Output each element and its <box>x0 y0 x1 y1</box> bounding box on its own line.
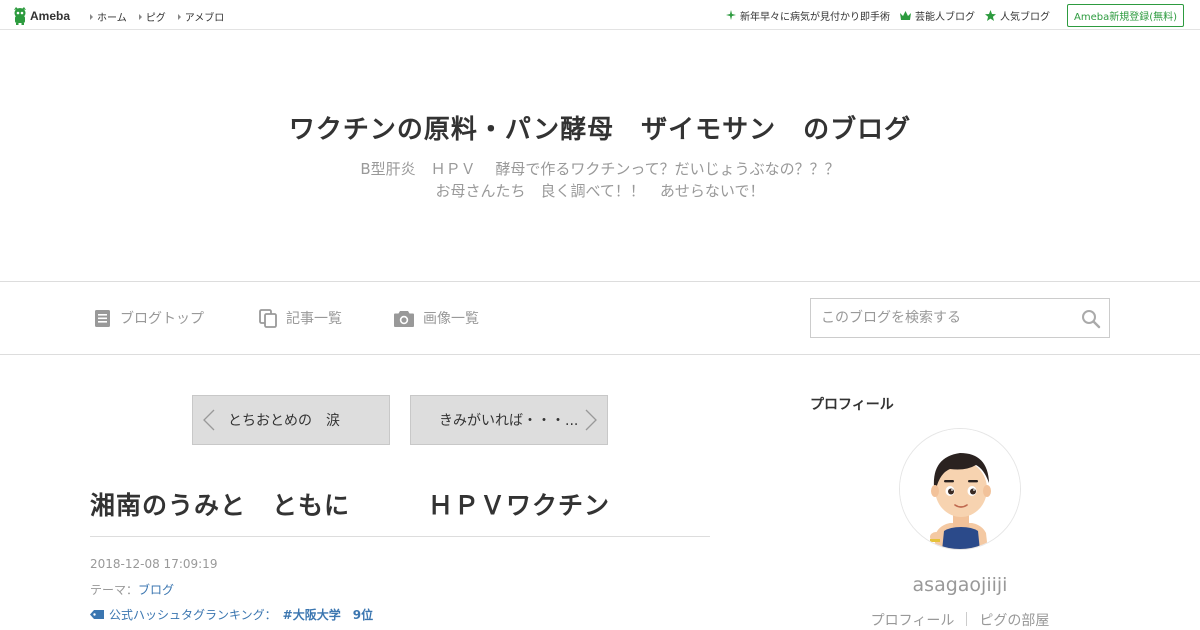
chevron-left-icon <box>203 409 215 431</box>
global-nav-ameblo[interactable]: アメブロ <box>177 9 225 24</box>
blog-description-line: B型肝炎 ＨＰＶ 酵母で作るワクチンって？だいじょうぶなの？？？ <box>360 160 840 178</box>
title-divider <box>90 536 710 537</box>
blog-header: ワクチンの原料・パン酵母 ザイモサン のブログ B型肝炎 ＨＰＶ 酵母で作るワク… <box>0 31 1200 281</box>
global-nav-label: ピグ <box>145 13 166 24</box>
triangle-right-icon <box>177 13 181 20</box>
next-article-button[interactable]: きみがいれば・・・... <box>410 395 608 445</box>
star-icon <box>984 9 996 21</box>
nav-blog-top[interactable]: ブログトップ <box>94 308 204 328</box>
hashtag-ranking[interactable]: 公式ハッシュタグランキング： #大阪大学 9位 <box>90 606 373 623</box>
global-header: Ameba ホーム ピグ アメブロ 新年早々に病気が見付かり即手術 芸能人ブログ <box>0 0 1200 30</box>
hashtag-ranking-prefix: 公式ハッシュタグランキング： <box>109 608 277 622</box>
avatar[interactable] <box>899 428 1021 550</box>
nav-label: 画像一覧 <box>423 311 479 327</box>
search-icon[interactable] <box>1081 309 1101 329</box>
celebrity-blog-label: 芸能人ブログ <box>914 11 975 23</box>
profile-link[interactable]: プロフィール <box>871 610 955 630</box>
article-title[interactable]: 湘南のうみと ともに ＨＰＶワクチン <box>90 486 610 522</box>
blog-title[interactable]: ワクチンの原料・パン酵母 ザイモサン のブログ <box>0 109 1200 146</box>
global-nav-pigg[interactable]: ピグ <box>138 9 166 24</box>
blog-description-line: お母さんたち 良く調べて！！ あせらないで！ <box>435 182 765 200</box>
triangle-right-icon <box>138 13 142 20</box>
theme-link[interactable]: ブログ <box>138 583 174 597</box>
prev-article-title: とちおとめの 涙 <box>228 413 340 429</box>
global-nav: ホーム ピグ アメブロ <box>90 9 236 24</box>
trending-topic-link[interactable]: 新年早々に病気が見付かり即手術 <box>725 8 890 23</box>
ameba-logo[interactable]: Ameba <box>13 6 70 26</box>
hashtag-name: #大阪大学 <box>282 608 341 622</box>
hashtag-rank: 9位 <box>352 608 374 622</box>
prev-article-button[interactable]: とちおとめの 涙 <box>192 395 390 445</box>
next-article-title: きみがいれば・・・... <box>439 413 579 429</box>
global-nav-label: ホーム <box>97 13 127 24</box>
theme-prefix: テーマ： <box>90 583 139 597</box>
blog-search <box>810 298 1110 338</box>
triangle-right-icon <box>90 13 93 20</box>
article-theme: テーマ：ブログ <box>90 581 174 598</box>
article-date: 2018-12-08 17:09:19 <box>90 557 218 571</box>
register-button[interactable]: Ameba新規登録(無料) <box>1066 3 1184 27</box>
celebrity-blog-link[interactable]: 芸能人ブログ <box>899 8 975 23</box>
copy-icon <box>259 308 277 328</box>
nav-label: 記事一覧 <box>286 311 342 327</box>
pigg-room-link[interactable]: ピグの部屋 <box>979 610 1049 630</box>
chevron-right-icon <box>585 409 597 431</box>
sparkle-icon <box>725 10 736 20</box>
crown-icon <box>899 10 911 20</box>
blog-description: B型肝炎 ＨＰＶ 酵母で作るワクチンって？だいじょうぶなの？？？ お母さんたち … <box>0 158 1200 202</box>
camera-icon <box>394 310 414 327</box>
popular-blog-link[interactable]: 人気ブログ <box>984 8 1050 23</box>
blog-nav: ブログトップ 記事一覧 画像一覧 <box>0 281 1200 355</box>
link-divider <box>966 612 968 626</box>
profile-name[interactable]: asagaojiiji <box>810 574 1110 596</box>
ameba-logo-icon <box>13 7 27 25</box>
global-nav-home[interactable]: ホーム <box>90 9 127 24</box>
ameba-logo-text: Ameba <box>30 9 71 23</box>
nav-article-list[interactable]: 記事一覧 <box>259 308 342 328</box>
trending-topic-label: 新年早々に病気が見付かり即手術 <box>739 11 890 23</box>
header-right-links: 新年早々に病気が見付かり即手術 芸能人ブログ 人気ブログ Ameba新規登録(無… <box>725 0 1200 30</box>
nav-image-list[interactable]: 画像一覧 <box>394 308 479 328</box>
popular-blog-label: 人気ブログ <box>999 11 1050 23</box>
global-nav-label: アメブロ <box>184 13 225 24</box>
profile-links: プロフィール ピグの部屋 <box>810 610 1110 630</box>
document-icon <box>94 309 111 328</box>
tag-icon <box>90 610 104 619</box>
profile-heading: プロフィール <box>810 397 894 413</box>
nav-label: ブログトップ <box>120 311 204 327</box>
search-input[interactable] <box>811 299 1071 337</box>
